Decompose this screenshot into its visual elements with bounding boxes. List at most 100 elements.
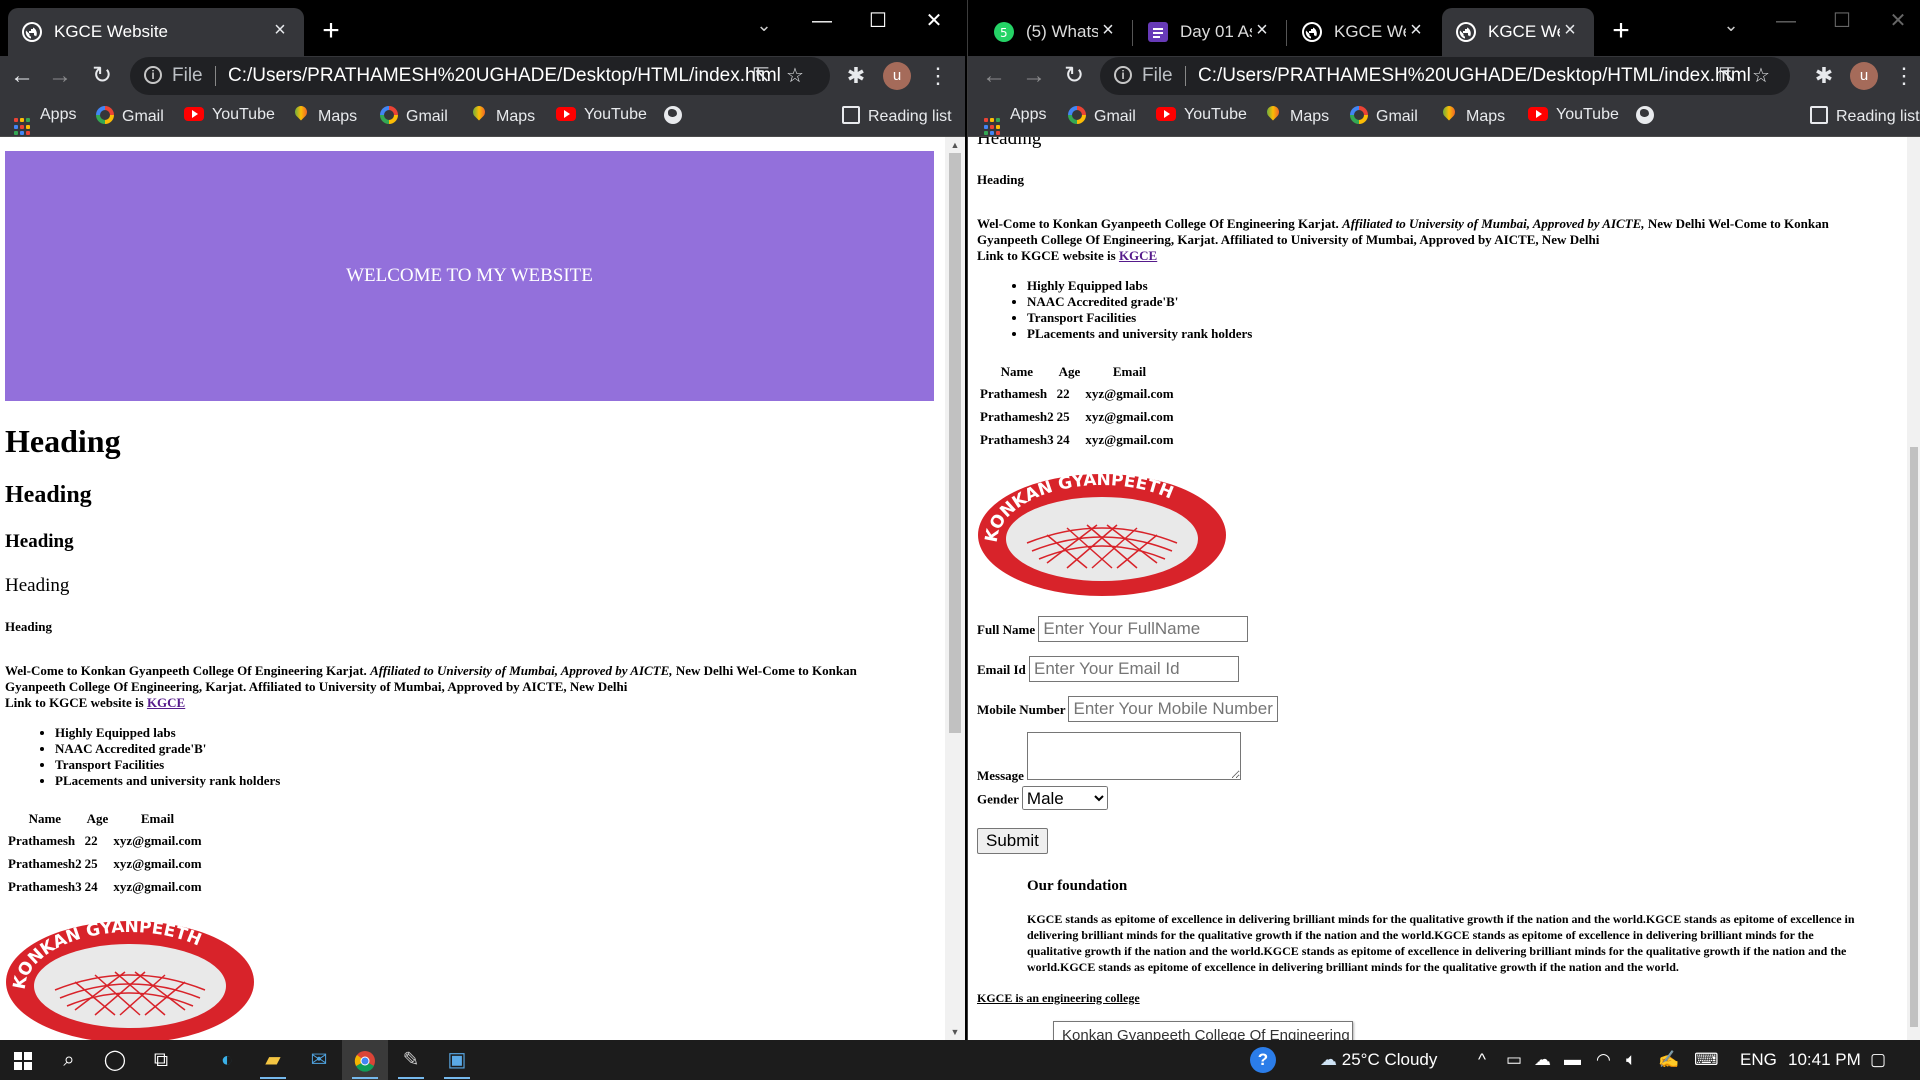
kgce-link[interactable]: KGCE bbox=[147, 695, 185, 710]
search-icon[interactable]: ⌕ bbox=[46, 1040, 92, 1080]
close-tab-icon[interactable]: × bbox=[1096, 18, 1120, 42]
tab-kgce-website-1[interactable]: KGCE Webs × bbox=[1288, 8, 1440, 56]
abbr-text[interactable]: KGCE is an engineering college bbox=[977, 991, 1857, 1006]
help-icon[interactable]: ? bbox=[1250, 1040, 1276, 1080]
back-button[interactable]: ← bbox=[978, 60, 1010, 92]
bookmark-star-icon[interactable]: ☆ bbox=[782, 63, 808, 89]
reading-list-button[interactable]: Reading list bbox=[842, 106, 952, 128]
reading-list-button[interactable]: Reading list bbox=[1810, 106, 1920, 128]
avatar[interactable]: u bbox=[1850, 62, 1878, 90]
show-hidden-icons-icon[interactable]: ^ bbox=[1478, 1040, 1486, 1080]
address-bar[interactable]: i File C:/Users/PRATHAMESH%20UGHADE/Desk… bbox=[130, 57, 830, 95]
bookmark-youtube[interactable]: YouTube bbox=[184, 106, 275, 128]
submit-button[interactable]: Submit bbox=[977, 828, 1048, 854]
scroll-up-icon[interactable]: ▲ bbox=[945, 137, 965, 153]
weather-widget[interactable]: ☁ 25°C Cloudy bbox=[1320, 1040, 1437, 1080]
task-view-icon[interactable]: ⧉ bbox=[138, 1040, 184, 1080]
forward-button[interactable]: → bbox=[1018, 60, 1050, 92]
share-icon[interactable]: ⇱ bbox=[1714, 63, 1740, 89]
volume-icon[interactable]: 🔈︎ bbox=[1626, 1040, 1636, 1080]
bookmark-maps-2[interactable]: Maps bbox=[470, 106, 535, 128]
bookmark-gmail[interactable]: Gmail bbox=[96, 106, 164, 128]
reload-button[interactable]: ↻ bbox=[86, 60, 118, 92]
new-tab-button[interactable]: + bbox=[1604, 14, 1638, 48]
tab-search-chevron-icon[interactable]: ⌄ bbox=[749, 10, 779, 40]
close-tab-icon[interactable]: × bbox=[1250, 18, 1274, 42]
info-icon[interactable]: i bbox=[1114, 66, 1132, 84]
bookmark-maps[interactable]: Maps bbox=[292, 106, 357, 128]
info-icon[interactable]: i bbox=[144, 66, 162, 84]
avatar[interactable]: u bbox=[883, 62, 911, 90]
bookmark-globe[interactable] bbox=[1636, 106, 1662, 128]
bookmark-youtube-2[interactable]: YouTube bbox=[556, 106, 647, 128]
tab-kgce-website-2[interactable]: KGCE Webs × bbox=[1442, 8, 1594, 56]
table-cell: 25 bbox=[1056, 409, 1070, 424]
onedrive-icon[interactable]: ☁ bbox=[1534, 1040, 1551, 1080]
bookmark-youtube[interactable]: YouTube bbox=[1156, 106, 1247, 128]
close-tab-icon[interactable]: × bbox=[268, 18, 292, 42]
file-explorer-icon[interactable]: ▰ bbox=[250, 1040, 296, 1080]
kgce-link[interactable]: KGCE bbox=[1119, 248, 1157, 263]
photos-icon[interactable]: ▣ bbox=[434, 1040, 480, 1080]
clock[interactable]: 10:41 PM bbox=[1788, 1040, 1861, 1080]
minimize-button[interactable]: — bbox=[794, 6, 850, 36]
tab-day01-assignment[interactable]: Day 01 Ass × bbox=[1134, 8, 1287, 56]
bookmark-gmail[interactable]: Gmail bbox=[1068, 106, 1136, 128]
bookmark-maps[interactable]: Maps bbox=[1264, 106, 1329, 128]
mail-icon[interactable]: ✉ bbox=[296, 1040, 342, 1080]
tray-device-icon[interactable]: ▭ bbox=[1506, 1040, 1522, 1080]
forward-button[interactable]: → bbox=[44, 60, 76, 92]
notifications-icon[interactable]: ▢ bbox=[1870, 1040, 1886, 1080]
bookmark-apps[interactable]: Apps bbox=[14, 106, 76, 136]
keyboard-icon[interactable]: ⌨ bbox=[1694, 1040, 1719, 1080]
scroll-down-icon[interactable]: ▼ bbox=[945, 1024, 965, 1040]
menu-icon[interactable]: ⋮ bbox=[1888, 60, 1920, 92]
bookmark-globe[interactable] bbox=[664, 106, 690, 128]
pen-icon[interactable]: ✍ bbox=[1658, 1040, 1679, 1080]
bookmark-gmail-2[interactable]: Gmail bbox=[1350, 106, 1418, 128]
new-tab-button[interactable]: + bbox=[314, 14, 348, 48]
close-window-button[interactable]: ✕ bbox=[1870, 6, 1920, 36]
bookmark-youtube-2[interactable]: YouTube bbox=[1528, 106, 1619, 128]
battery-icon[interactable]: ▬ bbox=[1564, 1040, 1581, 1080]
chrome-icon[interactable] bbox=[342, 1040, 388, 1080]
cortana-icon[interactable]: ◯ bbox=[92, 1040, 138, 1080]
scrollbar-thumb[interactable] bbox=[1910, 447, 1918, 1027]
app-icon[interactable]: ✎ bbox=[388, 1040, 434, 1080]
close-window-button[interactable]: ✕ bbox=[906, 6, 962, 36]
reload-button[interactable]: ↻ bbox=[1058, 60, 1090, 92]
close-tab-icon[interactable]: × bbox=[1558, 18, 1582, 42]
wifi-icon[interactable]: ◠ bbox=[1596, 1040, 1611, 1080]
page-viewport: Heading Heading Wel-Come to Konkan Gyanp… bbox=[968, 137, 1907, 1040]
language-indicator[interactable]: ENG bbox=[1740, 1040, 1777, 1080]
bookmark-star-icon[interactable]: ☆ bbox=[1748, 63, 1774, 89]
tab-search-chevron-icon[interactable]: ⌄ bbox=[1716, 10, 1746, 40]
fullname-input[interactable] bbox=[1038, 616, 1249, 642]
tab-kgce-website[interactable]: KGCE Website × bbox=[8, 8, 304, 56]
mobile-input[interactable] bbox=[1068, 696, 1279, 722]
share-icon[interactable]: ⇱ bbox=[748, 63, 774, 89]
minimize-button[interactable]: — bbox=[1758, 6, 1814, 36]
vertical-scrollbar[interactable] bbox=[1907, 137, 1920, 1040]
extensions-icon[interactable]: ✱ bbox=[840, 60, 872, 92]
email-input[interactable] bbox=[1029, 656, 1240, 682]
bookmark-gmail-2[interactable]: Gmail bbox=[380, 106, 448, 128]
message-textarea[interactable] bbox=[1027, 732, 1242, 780]
gender-select[interactable]: Male bbox=[1021, 786, 1108, 810]
bookmark-apps[interactable]: Apps bbox=[984, 106, 1046, 136]
extensions-icon[interactable]: ✱ bbox=[1808, 60, 1840, 92]
back-button[interactable]: ← bbox=[6, 60, 38, 92]
url-text[interactable]: C:/Users/PRATHAMESH%20UGHADE/Desktop/HTM… bbox=[1198, 65, 1751, 87]
address-bar[interactable]: i File C:/Users/PRATHAMESH%20UGHADE/Desk… bbox=[1100, 57, 1790, 95]
edge-icon[interactable]: ◐ bbox=[204, 1040, 250, 1080]
close-tab-icon[interactable]: × bbox=[1404, 18, 1428, 42]
vertical-scrollbar[interactable]: ▲ ▼ bbox=[945, 137, 965, 1040]
scrollbar-thumb[interactable] bbox=[949, 153, 961, 733]
bookmark-maps-2[interactable]: Maps bbox=[1440, 106, 1505, 128]
maximize-button[interactable]: ☐ bbox=[850, 6, 906, 36]
menu-icon[interactable]: ⋮ bbox=[922, 60, 954, 92]
start-windows-icon[interactable] bbox=[0, 1040, 46, 1080]
maximize-button[interactable]: ☐ bbox=[1814, 6, 1870, 36]
url-text[interactable]: C:/Users/PRATHAMESH%20UGHADE/Desktop/HTM… bbox=[228, 65, 781, 87]
tab-whatsapp[interactable]: 5 (5) WhatsA × bbox=[980, 8, 1133, 56]
